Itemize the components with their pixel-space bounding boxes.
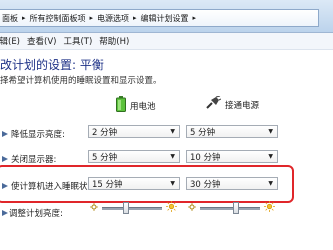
sleep-label: 使计算机进入睡眠状态: <box>11 182 99 192</box>
dim-plugged-select[interactable]: 5 分钟 ▼ <box>186 125 278 138</box>
menu-tools[interactable]: 工具(T) <box>63 35 99 47</box>
brightness-label: 调整计划亮度: <box>9 209 63 219</box>
sleep-plugged-value: 30 分钟 <box>190 179 221 190</box>
battery-brightness-slider[interactable] <box>102 207 162 210</box>
breadcrumb-item[interactable]: 面板 <box>0 13 20 24</box>
sleep-battery-select[interactable]: 15 分钟 ▼ <box>88 177 180 190</box>
sun-bright-icon <box>166 201 177 215</box>
display-off-plugged-select[interactable]: 10 分钟 ▼ <box>186 150 278 163</box>
breadcrumb-separator-icon[interactable]: ▸ <box>88 14 96 22</box>
sun-bright-icon <box>264 201 275 215</box>
sleep-battery-value: 15 分钟 <box>92 179 123 190</box>
battery-column-header: 用电池 <box>116 96 156 115</box>
battery-brightness-slider-thumb[interactable] <box>123 202 129 214</box>
dim-battery-value: 2 分钟 <box>92 127 118 138</box>
dim-display-label: 降低显示亮度: <box>11 130 65 140</box>
dim-plugged-value: 5 分钟 <box>190 127 216 138</box>
sun-dim-icon <box>188 203 196 214</box>
battery-icon <box>116 96 126 115</box>
breadcrumb-item[interactable]: 电源选项 <box>95 13 131 24</box>
row-arrow-icon <box>1 209 9 217</box>
display-off-battery-value: 5 分钟 <box>92 152 118 163</box>
chevron-down-icon: ▼ <box>170 128 175 135</box>
page-subtitle: 择希望计算机使用的睡眠设置和显示设置。 <box>0 76 162 86</box>
display-off-battery-select[interactable]: 5 分钟 ▼ <box>88 150 180 163</box>
chevron-down-icon: ▼ <box>268 128 273 135</box>
breadcrumb-item[interactable]: 所有控制面板项 <box>28 13 88 24</box>
power-plug-icon <box>205 95 222 113</box>
row-arrow-icon <box>1 130 9 138</box>
chevron-down-icon: ▼ <box>170 153 175 160</box>
display-off-plugged-value: 10 分钟 <box>190 152 221 163</box>
row-arrow-icon <box>1 182 9 190</box>
dim-battery-select[interactable]: 2 分钟 ▼ <box>88 125 180 138</box>
plugged-brightness-slider[interactable] <box>200 207 260 210</box>
chevron-down-icon: ▼ <box>268 153 273 160</box>
sun-dim-icon <box>90 203 98 214</box>
plugged-column-label: 接通电源 <box>225 100 260 111</box>
menu-edit[interactable]: 编辑(E) <box>0 35 27 47</box>
menu-view[interactable]: 查看(V) <box>27 35 63 47</box>
breadcrumb[interactable]: 面板 ▸ 所有控制面板项 ▸ 电源选项 ▸ 编辑计划设置 ▸ <box>0 9 319 27</box>
menu-bar: 编辑(E) 查看(V) 工具(T) 帮助(H) <box>0 33 333 50</box>
breadcrumb-separator-icon[interactable]: ▸ <box>20 14 28 22</box>
breadcrumb-item[interactable]: 编辑计划设置 <box>139 13 191 24</box>
plugged-brightness-slider-thumb[interactable] <box>233 202 239 214</box>
breadcrumb-separator-icon[interactable]: ▸ <box>191 14 199 22</box>
chevron-down-icon: ▼ <box>170 180 175 187</box>
address-bar: 面板 ▸ 所有控制面板项 ▸ 电源选项 ▸ 编辑计划设置 ▸ <box>0 0 333 33</box>
chevron-down-icon: ▼ <box>268 180 273 187</box>
row-arrow-icon <box>1 155 9 163</box>
menu-help[interactable]: 帮助(H) <box>99 35 136 47</box>
page-title: 改计划的设置: 平衡 <box>0 58 104 72</box>
battery-column-label: 用电池 <box>130 101 156 112</box>
sleep-plugged-select[interactable]: 30 分钟 ▼ <box>186 177 278 190</box>
plugged-column-header: 接通电源 <box>205 95 260 113</box>
breadcrumb-separator-icon[interactable]: ▸ <box>131 14 139 22</box>
display-off-label: 关闭显示器: <box>11 155 57 165</box>
